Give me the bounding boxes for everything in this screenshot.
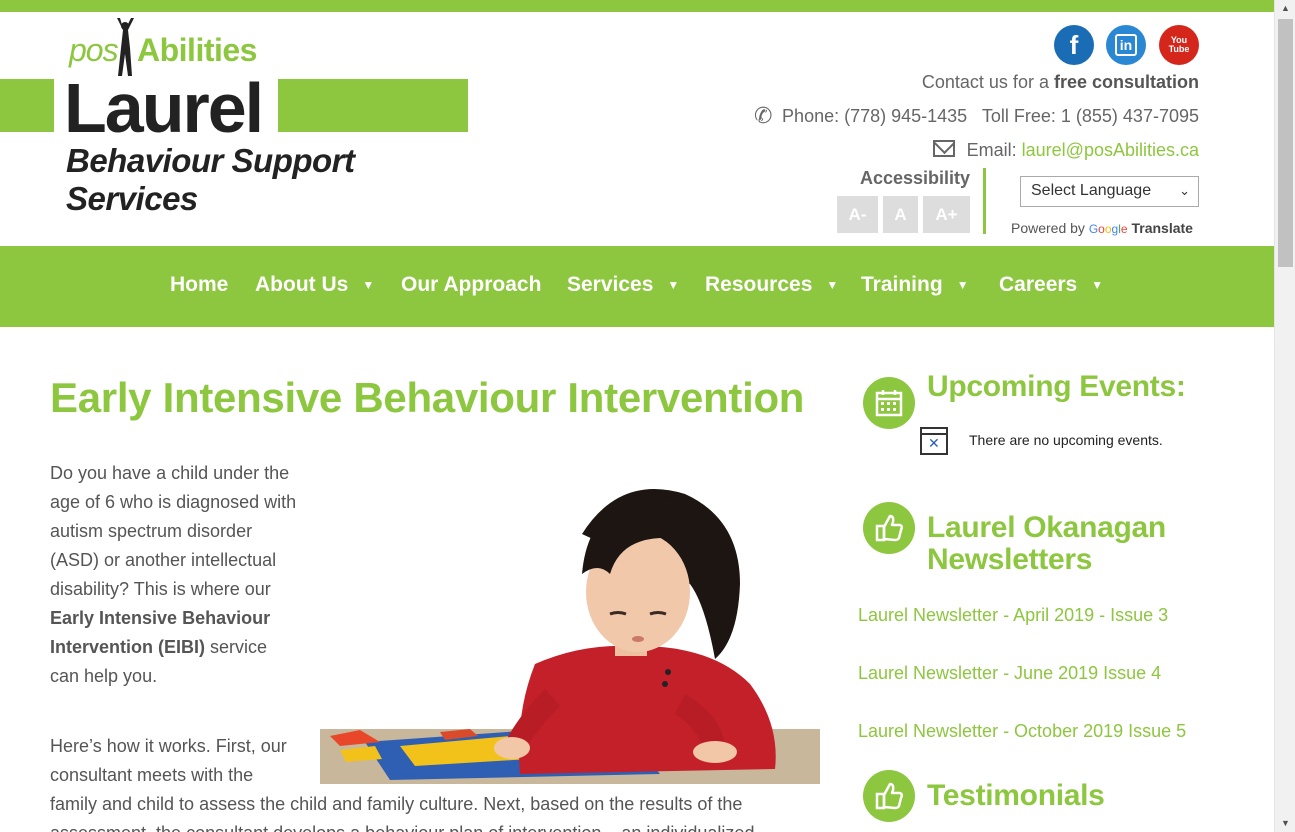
child-puzzle-photo bbox=[320, 474, 820, 784]
scroll-down-icon[interactable]: ▼ bbox=[1275, 815, 1295, 832]
nav-home-label: Home bbox=[170, 273, 229, 296]
translate-link[interactable]: Translate bbox=[1131, 220, 1192, 236]
site-logo[interactable]: pos Abilities Laurel Behaviour Support S… bbox=[0, 18, 470, 217]
contact-email: Email: laurel@posAbilities.ca bbox=[967, 140, 1199, 161]
scrollbar-thumb[interactable] bbox=[1278, 19, 1293, 267]
main-nav: Home About Us ▼ Our Approach Services ▼ Re… bbox=[0, 246, 1274, 327]
google-logo: Google bbox=[1088, 222, 1128, 236]
email-label: Email: bbox=[966, 140, 1022, 160]
thumbs-up-icon bbox=[863, 502, 915, 554]
email-link[interactable]: laurel@posAbilities.ca bbox=[1022, 140, 1199, 160]
youtube-glyph-bottom: Tube bbox=[1168, 44, 1190, 54]
chevron-down-icon: ⌄ bbox=[1179, 183, 1190, 198]
contact-free-consultation: free consultation bbox=[1053, 72, 1199, 92]
intro-text-start: Do you have a child under the age of 6 w… bbox=[50, 463, 297, 599]
contact-prefix: Contact us for a bbox=[921, 72, 1054, 92]
nav-home[interactable]: Home bbox=[170, 273, 228, 297]
nav-approach-label: Our Approach bbox=[401, 273, 542, 296]
nav-services-label: Services bbox=[567, 273, 654, 296]
contact-phone: Phone: (778) 945-1435 Toll Free: 1 (855)… bbox=[782, 106, 1199, 126]
caret-down-icon: ▼ bbox=[956, 278, 969, 292]
intro-paragraph: Do you have a child under the age of 6 w… bbox=[50, 459, 300, 691]
newsletters-title: Laurel Okanagan Newsletters bbox=[927, 512, 1166, 576]
nav-resources-label: Resources bbox=[705, 273, 813, 296]
logo-subtitle: Behaviour Support Services bbox=[66, 142, 355, 217]
logo-pos-text: pos bbox=[69, 32, 119, 68]
newsletter-link[interactable]: Laurel Newsletter - June 2019 Issue 4 bbox=[858, 663, 1161, 684]
newsletters-title-line1: Laurel Okanagan bbox=[927, 511, 1166, 544]
how-it-works-paragraph: Here’s how it works. First, our consulta… bbox=[50, 736, 287, 785]
logo-bar-right bbox=[278, 79, 468, 132]
google-translate-credit: Powered by Google Translate bbox=[1011, 220, 1193, 236]
accessibility-title: Accessibility bbox=[860, 168, 971, 188]
nav-training[interactable]: Training ▼ bbox=[861, 273, 969, 297]
logo-laurel-text: Laurel bbox=[64, 69, 264, 147]
calendar-x-icon: ✕ bbox=[920, 427, 948, 455]
youtube-icon[interactable]: You Tube bbox=[1159, 25, 1199, 65]
nav-careers-label: Careers bbox=[999, 273, 1078, 296]
mail-icon bbox=[933, 140, 955, 157]
newsletters-title-line2: Newsletters bbox=[927, 543, 1093, 576]
how-it-works-continued: family and child to assess the child and… bbox=[50, 794, 754, 832]
language-select-value: Select Language bbox=[1031, 182, 1152, 199]
accessibility-divider bbox=[983, 168, 986, 234]
facebook-icon[interactable]: f bbox=[1054, 25, 1094, 65]
scroll-up-icon[interactable]: ▲ bbox=[1275, 0, 1295, 17]
newsletter-link[interactable]: Laurel Newsletter - April 2019 - Issue 3 bbox=[858, 605, 1168, 626]
nav-about[interactable]: About Us ▼ bbox=[255, 273, 374, 297]
font-normal-button[interactable]: A bbox=[883, 196, 918, 233]
nav-about-label: About Us bbox=[255, 273, 349, 296]
nav-services[interactable]: Services ▼ bbox=[567, 273, 679, 297]
page-scrollbar[interactable]: ▲ ▼ bbox=[1274, 0, 1295, 832]
powered-by-label: Powered by bbox=[1011, 220, 1089, 236]
caret-down-icon: ▼ bbox=[667, 278, 680, 292]
caret-down-icon: ▼ bbox=[826, 278, 839, 292]
no-events-message: There are no upcoming events. bbox=[969, 432, 1163, 448]
thumbs-up-icon bbox=[863, 770, 915, 822]
upcoming-events-title: Upcoming Events: bbox=[927, 370, 1186, 403]
logo-abilities-text: Abilities bbox=[137, 32, 257, 68]
language-select[interactable]: Select Language ⌄ bbox=[1020, 176, 1199, 207]
caret-down-icon: ▼ bbox=[362, 278, 375, 292]
font-increase-button[interactable]: A+ bbox=[923, 196, 970, 233]
nav-careers[interactable]: Careers ▼ bbox=[999, 273, 1103, 297]
phone-icon: ✆ bbox=[754, 103, 773, 128]
font-decrease-button[interactable]: A- bbox=[837, 196, 878, 233]
top-accent-bar bbox=[0, 0, 1274, 12]
calendar-icon bbox=[863, 377, 915, 429]
testimonials-title: Testimonials bbox=[927, 779, 1105, 812]
logo-bar-left bbox=[0, 79, 54, 132]
nav-training-label: Training bbox=[861, 273, 943, 296]
newsletter-link[interactable]: Laurel Newsletter - October 2019 Issue 5 bbox=[858, 721, 1186, 742]
nav-resources[interactable]: Resources ▼ bbox=[705, 273, 838, 297]
nav-approach[interactable]: Our Approach bbox=[401, 273, 541, 297]
caret-down-icon: ▼ bbox=[1091, 278, 1104, 292]
linkedin-glyph: in bbox=[1115, 34, 1137, 56]
facebook-glyph: f bbox=[1069, 29, 1079, 60]
page-title: Early Intensive Behaviour Intervention bbox=[50, 374, 805, 421]
contact-consultation: Contact us for a free consultation bbox=[922, 72, 1199, 93]
linkedin-icon[interactable]: in bbox=[1106, 25, 1146, 65]
